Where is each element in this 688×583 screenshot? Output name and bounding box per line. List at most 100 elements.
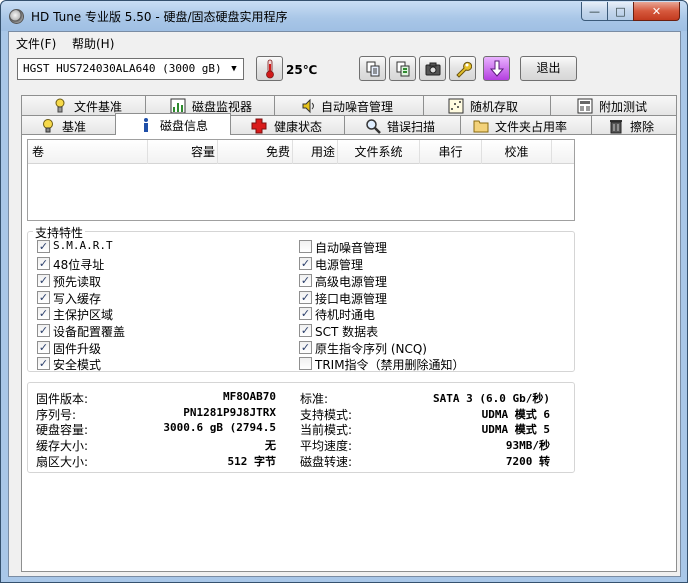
checkbox-checked[interactable]: ✓	[37, 341, 50, 354]
app-window: HD Tune 专业版 5.50 - 硬盘/固态硬盘实用程序 — □ ✕ 文件(…	[0, 0, 688, 583]
checkbox-checked[interactable]: ✓	[299, 307, 312, 320]
save-button[interactable]	[483, 56, 510, 81]
column-header-serial[interactable]: 串行	[420, 140, 482, 164]
tab-label: 健康状态	[274, 120, 323, 134]
tab-health[interactable]: 健康状态	[230, 115, 345, 135]
info-standard: 标准: SATA 3 (6.0 Gb/秒)	[300, 390, 550, 406]
checkbox-unchecked[interactable]	[299, 240, 312, 253]
tab-folder-usage[interactable]: 文件夹占用率	[460, 115, 592, 135]
checkbox-checked[interactable]: ✓	[37, 257, 50, 270]
checkbox-checked[interactable]: ✓	[299, 291, 312, 304]
info-label: 缓存大小:	[36, 439, 89, 453]
checkbox-checked[interactable]: ✓	[37, 274, 50, 287]
title-bar[interactable]: HD Tune 专业版 5.50 - 硬盘/固态硬盘实用程序 — □ ✕	[1, 1, 687, 31]
tab-label: 基准	[62, 120, 87, 134]
info-label: 硬盘容量:	[36, 423, 89, 437]
screenshot-button[interactable]	[419, 56, 446, 81]
feature-label: 接口电源管理	[315, 292, 388, 306]
info-value: 512 字节	[227, 455, 277, 468]
checkbox-checked[interactable]: ✓	[299, 324, 312, 337]
info-capacity: 硬盘容量: 3000.6 gB (2794.5	[36, 421, 276, 437]
info-average-speed: 平均速度: 93MB/秒	[300, 437, 550, 453]
window-title: HD Tune 专业版 5.50 - 硬盘/固态硬盘实用程序	[31, 10, 288, 24]
disk-info-panel: 卷 容量 免费 用途 文件系统 串行 校准 支持特性 ✓ S.M.A.R.T ✓	[21, 134, 677, 572]
info-value: 无	[265, 439, 276, 452]
info-value: UDMA 模式 5	[481, 423, 550, 436]
info-label: 固件版本:	[36, 392, 89, 406]
drive-select-value: HGST HUS724030ALA640 (3000 gB)	[23, 62, 222, 75]
thermometer-icon	[265, 59, 274, 78]
tab-disk-info[interactable]: 磁盘信息	[115, 113, 231, 135]
checkbox-checked[interactable]: ✓	[299, 341, 312, 354]
feature-label: SCT 数据表	[315, 325, 379, 339]
column-header-usage[interactable]: 用途	[293, 140, 338, 164]
info-cache: 缓存大小: 无	[36, 437, 276, 453]
options-button[interactable]	[449, 56, 476, 81]
volume-table-header: 卷 容量 免费 用途 文件系统 串行 校准	[28, 140, 574, 164]
checkbox-checked[interactable]: ✓	[299, 257, 312, 270]
menu-file[interactable]: 文件(F)	[16, 35, 56, 52]
copy-info-button[interactable]	[389, 56, 416, 81]
minimize-button[interactable]: —	[581, 2, 608, 21]
drive-select[interactable]: HGST HUS724030ALA640 (3000 gB) ▼	[17, 58, 244, 80]
drive-info-group: 固件版本: MF8OAB70 序列号: PN1281P9J8JTRX 硬盘容量:…	[27, 382, 575, 473]
feature-label: 预先读取	[53, 275, 102, 289]
tab-erase[interactable]: 擦除	[591, 115, 677, 135]
info-current-mode: 当前模式: UDMA 模式 5	[300, 421, 550, 437]
info-value: 93MB/秒	[505, 439, 550, 452]
menu-help[interactable]: 帮助(H)	[72, 35, 114, 52]
info-value: MF8OAB70	[223, 390, 276, 403]
column-header-filesystem[interactable]: 文件系统	[338, 140, 420, 164]
column-header-free[interactable]: 免费	[218, 140, 293, 164]
tab-disk-monitor[interactable]: 磁盘监视器	[145, 95, 275, 115]
feature-label: 安全模式	[53, 358, 102, 372]
feature-label: 自动噪音管理	[315, 241, 388, 255]
tab-label: 文件夹占用率	[495, 120, 568, 134]
tab-label: 自动噪音管理	[321, 100, 394, 114]
feature-label: 固件升级	[53, 342, 102, 356]
column-header-alignment[interactable]: 校准	[482, 140, 552, 164]
column-header-volume[interactable]: 卷	[28, 140, 148, 164]
dropdown-arrow-icon[interactable]: ▼	[228, 62, 240, 76]
tab-file-benchmark[interactable]: 文件基准	[21, 95, 146, 115]
copy-icon	[366, 61, 379, 76]
tab-noise-management[interactable]: 自动噪音管理	[274, 95, 424, 115]
info-rotation-speed: 磁盘转速: 7200 转	[300, 453, 550, 469]
tab-label: 随机存取	[470, 100, 519, 114]
tab-extra-tests[interactable]: 附加测试	[550, 95, 677, 115]
feature-label: 48位寻址	[53, 258, 105, 272]
checkbox-checked[interactable]: ✓	[37, 357, 50, 370]
column-header-capacity[interactable]: 容量	[148, 140, 218, 164]
extra-tests-icon	[577, 98, 593, 114]
toolbar: HGST HUS724030ALA640 (3000 gB) ▼ 25℃ 退出	[9, 52, 680, 88]
tab-random-access[interactable]: 随机存取	[423, 95, 551, 115]
maximize-button[interactable]: □	[607, 2, 634, 21]
checkbox-checked[interactable]: ✓	[37, 291, 50, 304]
copy-text-button[interactable]	[359, 56, 386, 81]
checkbox-checked[interactable]: ✓	[37, 240, 50, 253]
feature-label: 电源管理	[315, 258, 364, 272]
checkbox-unchecked[interactable]	[299, 357, 312, 370]
trash-icon	[610, 120, 622, 134]
info-value: UDMA 模式 6	[481, 408, 550, 421]
checkbox-checked[interactable]: ✓	[37, 324, 50, 337]
checkbox-checked[interactable]: ✓	[37, 307, 50, 320]
tab-benchmark[interactable]: 基准	[21, 115, 116, 135]
tab-row-top: 文件基准 磁盘监视器 自动噪音管理 随机存取 附加测试	[21, 95, 677, 115]
info-serial: 序列号: PN1281P9J8JTRX	[36, 406, 276, 422]
checkbox-checked[interactable]: ✓	[299, 274, 312, 287]
tab-error-scan[interactable]: 错误扫描	[344, 115, 461, 135]
feature-label: TRIM指令（禁用删除通知）	[315, 358, 465, 372]
hd-tune-logo-icon	[9, 9, 24, 24]
tab-row-bottom: 基准 磁盘信息 健康状态 错误扫描 文件夹占用率 擦除	[21, 113, 677, 135]
menu-bar: 文件(F) 帮助(H)	[9, 32, 680, 52]
info-label: 平均速度:	[300, 439, 353, 453]
volume-table[interactable]: 卷 容量 免费 用途 文件系统 串行 校准	[27, 139, 575, 221]
close-button[interactable]: ✕	[633, 2, 680, 21]
random-access-icon	[448, 98, 464, 114]
exit-button[interactable]: 退出	[520, 56, 577, 81]
info-firmware: 固件版本: MF8OAB70	[36, 390, 276, 406]
info-label: 磁盘转速:	[300, 455, 353, 469]
temperature-button[interactable]	[256, 56, 283, 81]
supported-features-group: 支持特性 ✓ S.M.A.R.T ✓ 48位寻址 ✓ 预先读取 ✓ 写入缓存 ✓…	[27, 224, 575, 372]
